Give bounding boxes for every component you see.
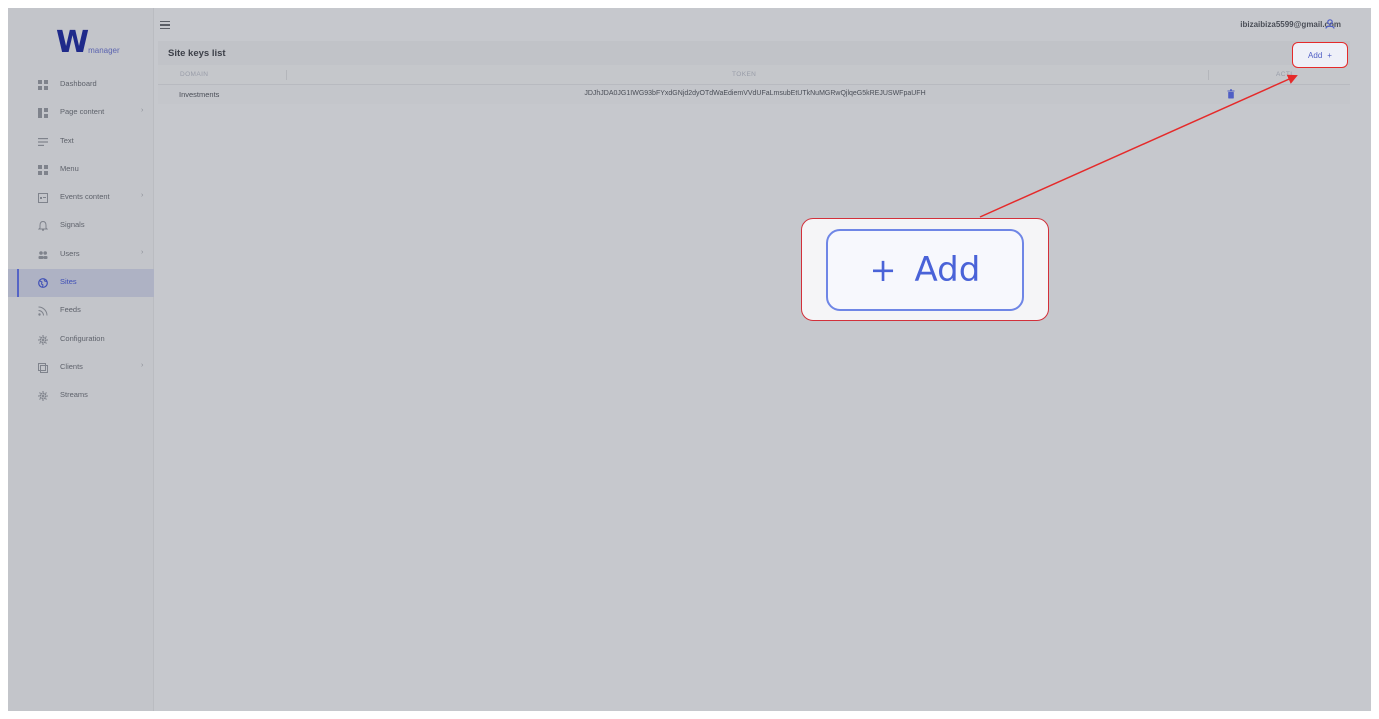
chevron-right-icon: › <box>141 107 144 115</box>
sidebar-item-label: Text <box>60 135 74 145</box>
sidebar-item-label: Events content <box>60 192 110 202</box>
logo-subtitle: manager <box>88 46 120 55</box>
chevron-right-icon: › <box>141 361 144 369</box>
sidebar-item-events-content[interactable]: Events content › <box>8 184 154 212</box>
table-row: Investments JDJhJDA0JG1IWG93bFYxdGNjd2dy… <box>158 85 1350 104</box>
cell-token: JDJhJDA0JG1IWG93bFYxdGNjd2dyOTdWaEdiemVV… <box>584 90 926 97</box>
column-header-actions: ACTI <box>1276 71 1293 78</box>
site-keys-table: DOMAIN TOKEN ACTI Investments JDJhJDA0JG… <box>158 65 1350 104</box>
menu-grid-icon <box>38 164 48 175</box>
page-content-icon <box>38 108 48 119</box>
sidebar: W manager Dashboard Page content › Text … <box>8 8 154 711</box>
bell-icon <box>38 221 48 232</box>
app-window: W manager Dashboard Page content › Text … <box>8 8 1371 711</box>
sidebar-item-text[interactable]: Text <box>8 128 154 156</box>
events-icon <box>38 193 48 204</box>
column-header-token: TOKEN <box>732 71 757 78</box>
zoomed-add-label: Add <box>914 250 981 290</box>
column-header-domain: DOMAIN <box>180 71 209 78</box>
sidebar-item-page-content[interactable]: Page content › <box>8 99 154 127</box>
sidebar-item-label: Dashboard <box>60 79 97 88</box>
zoom-callout: + Add <box>801 218 1049 321</box>
table-header: DOMAIN TOKEN ACTI <box>158 65 1350 85</box>
sidebar-item-users[interactable]: Users › <box>8 241 154 269</box>
chevron-right-icon: › <box>141 192 144 200</box>
rss-icon <box>38 306 48 317</box>
plus-icon: + <box>1327 50 1332 60</box>
column-divider <box>286 70 287 80</box>
globe-icon <box>38 278 48 288</box>
column-divider <box>1208 70 1209 80</box>
sidebar-item-streams[interactable]: Streams <box>8 382 154 410</box>
text-icon <box>38 137 48 146</box>
user-icon[interactable] <box>1325 19 1335 29</box>
sidebar-item-label: Configuration <box>60 333 105 343</box>
trash-icon[interactable] <box>1227 89 1235 99</box>
sidebar-item-label: Page content <box>60 107 105 117</box>
cell-domain: Investments <box>179 90 220 99</box>
content-header <box>158 41 1350 65</box>
logo-mark: W <box>56 25 89 60</box>
page-title: Site keys list <box>168 48 226 59</box>
sidebar-item-label: Sites <box>60 277 77 287</box>
sidebar-item-dashboard[interactable]: Dashboard <box>8 71 154 99</box>
sidebar-item-menu[interactable]: Menu <box>8 156 154 184</box>
logo[interactable]: W manager <box>56 28 120 58</box>
dashboard-icon <box>38 80 48 90</box>
sidebar-item-label: Users <box>60 248 80 258</box>
sidebar-item-label: Menu <box>60 163 79 173</box>
sidebar-item-label: Feeds <box>60 305 81 315</box>
zoomed-add-button: + Add <box>826 229 1024 311</box>
hamburger-menu-icon[interactable] <box>160 21 170 30</box>
clients-icon <box>38 362 48 373</box>
add-button[interactable]: Add + <box>1292 42 1348 68</box>
add-button-label: Add <box>1308 50 1323 60</box>
chevron-right-icon: › <box>141 248 144 256</box>
sidebar-nav: Dashboard Page content › Text Menu Event… <box>8 71 154 411</box>
plus-icon: + <box>869 251 897 289</box>
sidebar-item-feeds[interactable]: Feeds <box>8 297 154 325</box>
sidebar-item-sites[interactable]: Sites <box>8 269 154 298</box>
sidebar-item-label: Signals <box>60 220 85 230</box>
sidebar-item-label: Clients <box>60 361 83 371</box>
gear-icon <box>38 391 48 402</box>
sidebar-item-clients[interactable]: Clients › <box>8 354 154 382</box>
sidebar-item-label: Streams <box>60 390 88 400</box>
users-icon <box>38 250 48 259</box>
sidebar-item-configuration[interactable]: Configuration <box>8 326 154 354</box>
sidebar-item-signals[interactable]: Signals <box>8 212 154 240</box>
gear-icon <box>38 334 48 345</box>
